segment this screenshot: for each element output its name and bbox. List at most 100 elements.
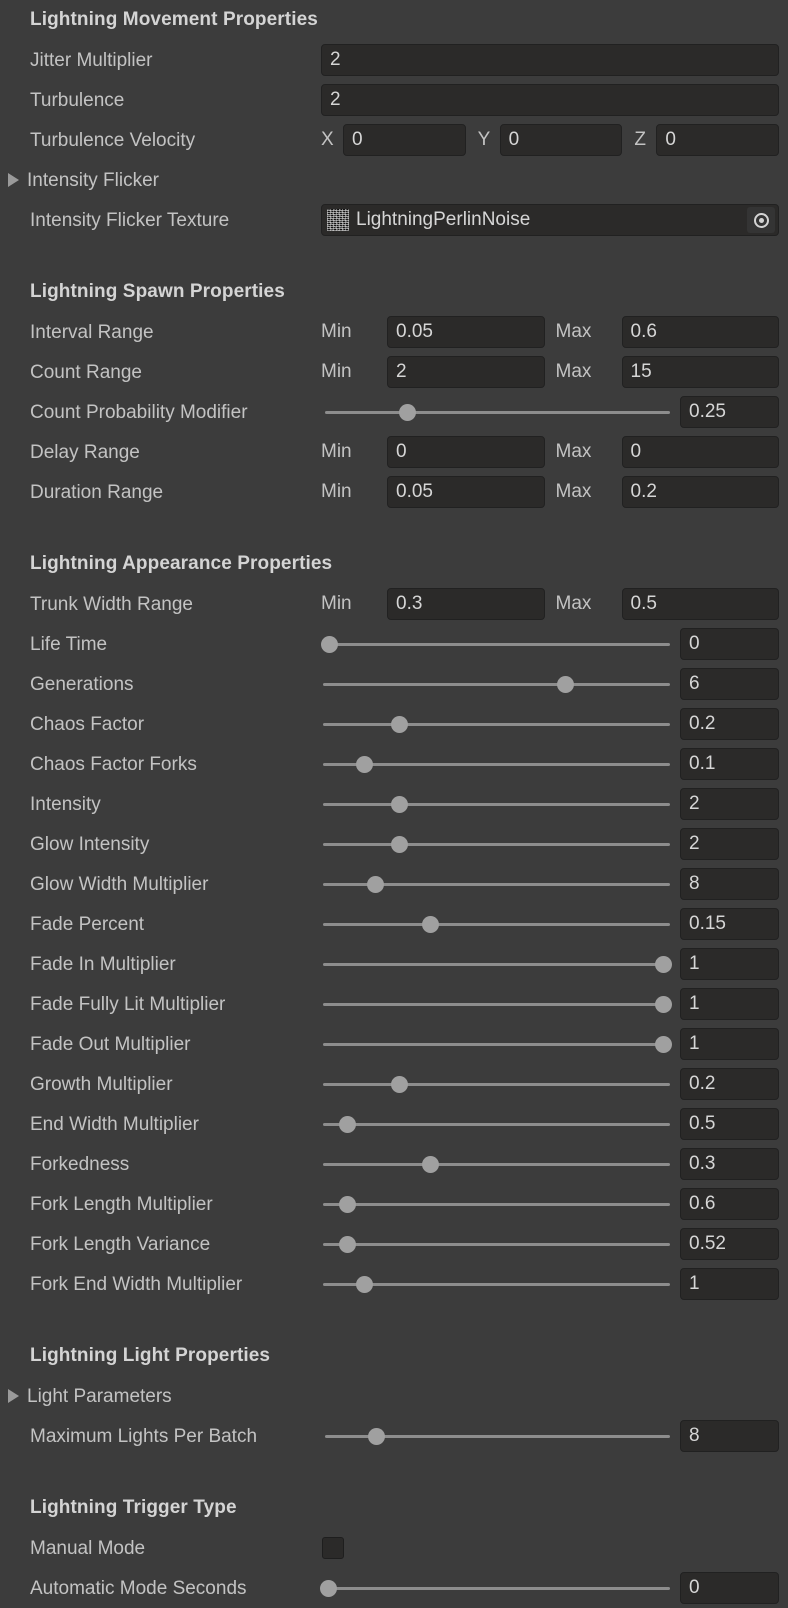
input-appearance-slider[interactable]: 0.1 bbox=[680, 748, 779, 780]
input-appearance-slider[interactable]: 0.15 bbox=[680, 908, 779, 940]
input-appearance-slider[interactable]: 1 bbox=[680, 1028, 779, 1060]
slider-handle[interactable] bbox=[654, 955, 672, 973]
input-count-range-min[interactable]: 2 bbox=[387, 356, 545, 388]
slider-appearance[interactable] bbox=[323, 1228, 670, 1260]
slider-handle[interactable] bbox=[390, 715, 408, 733]
slider-handle[interactable] bbox=[654, 995, 672, 1013]
slider-appearance[interactable] bbox=[323, 908, 670, 940]
slider-handle[interactable] bbox=[390, 1075, 408, 1093]
foldout-intensity-flicker[interactable]: Intensity Flicker bbox=[0, 160, 788, 200]
slider-appearance[interactable] bbox=[323, 1068, 670, 1100]
input-jitter-multiplier[interactable]: 2 bbox=[321, 44, 779, 76]
slider-handle[interactable] bbox=[422, 915, 440, 933]
object-field-intensity-flicker-texture[interactable]: LightningPerlinNoise bbox=[321, 204, 779, 236]
input-delay-range-max[interactable]: 0 bbox=[621, 436, 779, 468]
checkbox-manual-mode[interactable] bbox=[322, 1537, 344, 1559]
slider-value-appearance: 0.6 bbox=[680, 1188, 779, 1220]
slider-handle[interactable] bbox=[366, 875, 384, 893]
slider-appearance[interactable] bbox=[323, 1148, 670, 1180]
input-duration-range-max[interactable]: 0.2 bbox=[621, 476, 779, 508]
input-appearance-slider[interactable]: 0.3 bbox=[680, 1148, 779, 1180]
slider-handle[interactable] bbox=[654, 1035, 672, 1053]
input-count-range-max[interactable]: 15 bbox=[621, 356, 779, 388]
slider-handle[interactable] bbox=[356, 755, 374, 773]
slider-appearance[interactable] bbox=[323, 868, 670, 900]
input-appearance-slider[interactable]: 1 bbox=[680, 988, 779, 1020]
row-appearance-slider: End Width Multiplier 0.5 bbox=[0, 1104, 788, 1144]
input-interval-range-min[interactable]: 0.05 bbox=[387, 316, 545, 348]
slider-appearance[interactable] bbox=[321, 628, 670, 660]
minmax-duration-range: Min 0.05 Max 0.2 bbox=[321, 476, 779, 508]
object-picker-icon[interactable] bbox=[747, 207, 775, 233]
input-count-probability-modifier[interactable]: 0.25 bbox=[680, 396, 779, 428]
slider-appearance[interactable] bbox=[323, 1268, 670, 1300]
slider-handle[interactable] bbox=[422, 1155, 440, 1173]
input-automatic-mode-seconds[interactable]: 0 bbox=[680, 1572, 779, 1604]
input-appearance-slider[interactable]: 6 bbox=[680, 668, 779, 700]
input-appearance-slider[interactable]: 8 bbox=[680, 868, 779, 900]
row-count-probability-modifier: Count Probability Modifier 0.25 bbox=[0, 392, 788, 432]
input-appearance-slider[interactable]: 2 bbox=[680, 788, 779, 820]
slider-value-appearance: 0.2 bbox=[680, 708, 779, 740]
label-count-probability-modifier: Count Probability Modifier bbox=[30, 401, 248, 423]
slider-track bbox=[325, 411, 670, 414]
slider-handle[interactable] bbox=[399, 403, 417, 421]
input-appearance-slider[interactable]: 1 bbox=[680, 948, 779, 980]
input-turbulence-velocity-z[interactable]: 0 bbox=[656, 124, 780, 156]
slider-appearance[interactable] bbox=[323, 948, 672, 980]
input-appearance-slider[interactable]: 0.52 bbox=[680, 1228, 779, 1260]
slider-appearance[interactable] bbox=[323, 668, 670, 700]
input-duration-range-min[interactable]: 0.05 bbox=[387, 476, 545, 508]
slider-appearance[interactable] bbox=[323, 828, 670, 860]
input-maximum-lights-per-batch[interactable]: 8 bbox=[680, 1420, 779, 1452]
input-turbulence-velocity-x[interactable]: 0 bbox=[343, 124, 466, 156]
input-interval-range-max[interactable]: 0.6 bbox=[621, 316, 779, 348]
slider-maximum-lights-per-batch[interactable] bbox=[325, 1420, 670, 1452]
input-appearance-slider[interactable]: 2 bbox=[680, 828, 779, 860]
input-appearance-slider[interactable]: 0.2 bbox=[680, 708, 779, 740]
slider-appearance[interactable] bbox=[323, 1188, 670, 1220]
chevron-right-icon[interactable] bbox=[8, 173, 19, 187]
slider-appearance[interactable] bbox=[323, 988, 672, 1020]
input-turbulence-velocity-y[interactable]: 0 bbox=[499, 124, 623, 156]
label-max: Max bbox=[555, 481, 592, 502]
slider-value-appearance: 8 bbox=[680, 868, 779, 900]
slider-track bbox=[323, 1203, 670, 1206]
label-appearance-slider: Growth Multiplier bbox=[30, 1073, 173, 1095]
slider-handle[interactable] bbox=[338, 1235, 356, 1253]
slider-handle[interactable] bbox=[356, 1275, 374, 1293]
slider-handle[interactable] bbox=[390, 835, 408, 853]
input-trunk-width-range-max[interactable]: 0.5 bbox=[621, 588, 779, 620]
slider-track bbox=[323, 683, 670, 686]
slider-handle[interactable] bbox=[321, 635, 339, 653]
slider-track bbox=[323, 763, 670, 766]
slider-appearance[interactable] bbox=[323, 708, 670, 740]
slider-appearance[interactable] bbox=[323, 748, 670, 780]
input-appearance-slider[interactable]: 1 bbox=[680, 1268, 779, 1300]
slider-handle[interactable] bbox=[338, 1195, 356, 1213]
slider-value-appearance: 1 bbox=[680, 1268, 779, 1300]
row-jitter-multiplier: Jitter Multiplier 2 bbox=[0, 40, 788, 80]
input-appearance-slider[interactable]: 0 bbox=[680, 628, 779, 660]
foldout-light-parameters[interactable]: Light Parameters bbox=[0, 1376, 788, 1416]
slider-appearance[interactable] bbox=[323, 1028, 672, 1060]
slider-handle[interactable] bbox=[338, 1115, 356, 1133]
slider-appearance[interactable] bbox=[323, 788, 670, 820]
input-trunk-width-range-min[interactable]: 0.3 bbox=[387, 588, 545, 620]
slider-handle[interactable] bbox=[368, 1427, 386, 1445]
slider-handle[interactable] bbox=[557, 675, 575, 693]
chevron-right-icon[interactable] bbox=[8, 1389, 19, 1403]
input-turbulence[interactable]: 2 bbox=[321, 84, 779, 116]
label-appearance-slider: Chaos Factor bbox=[30, 713, 145, 735]
input-appearance-slider[interactable]: 0.2 bbox=[680, 1068, 779, 1100]
slider-handle[interactable] bbox=[390, 795, 408, 813]
slider-value-appearance: 0.52 bbox=[680, 1228, 779, 1260]
slider-appearance[interactable] bbox=[323, 1108, 670, 1140]
slider-value-appearance: 2 bbox=[680, 788, 779, 820]
input-delay-range-min[interactable]: 0 bbox=[387, 436, 545, 468]
slider-handle[interactable] bbox=[319, 1579, 337, 1597]
input-appearance-slider[interactable]: 0.5 bbox=[680, 1108, 779, 1140]
slider-count-probability-modifier[interactable] bbox=[325, 396, 670, 428]
input-appearance-slider[interactable]: 0.6 bbox=[680, 1188, 779, 1220]
slider-automatic-mode-seconds[interactable] bbox=[319, 1572, 670, 1604]
